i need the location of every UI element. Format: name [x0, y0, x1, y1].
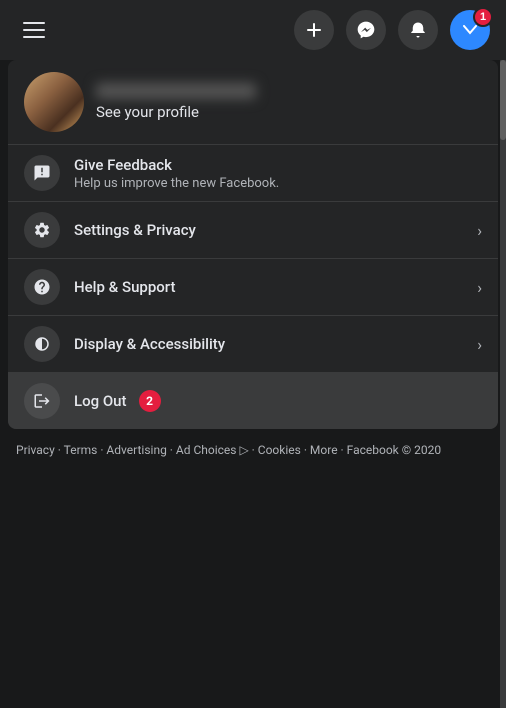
- help-title: Help & Support: [74, 278, 463, 296]
- profile-dropdown-button[interactable]: 1: [450, 10, 490, 50]
- display-text-block: Display & Accessibility: [74, 335, 463, 353]
- scrollbar-track[interactable]: [500, 60, 506, 708]
- settings-text-block: Settings & Privacy: [74, 221, 463, 239]
- add-button[interactable]: [294, 10, 334, 50]
- profile-name-blurred: [96, 83, 256, 99]
- logout-title: Log Out: [74, 392, 127, 410]
- profile-row[interactable]: See your profile: [8, 60, 498, 145]
- scrollbar-thumb[interactable]: [500, 60, 506, 140]
- footer-text: Privacy · Terms · Advertising · Ad Choic…: [16, 443, 441, 457]
- see-profile-label: See your profile: [96, 103, 256, 121]
- settings-chevron: ›: [477, 221, 482, 240]
- help-text-block: Help & Support: [74, 278, 463, 296]
- menu-item-display-accessibility[interactable]: Display & Accessibility ›: [8, 316, 498, 373]
- help-icon: [24, 269, 60, 305]
- dropdown-panel: See your profile Give Feedback Help us i…: [8, 60, 498, 429]
- display-title: Display & Accessibility: [74, 335, 463, 353]
- menu-item-give-feedback[interactable]: Give Feedback Help us improve the new Fa…: [8, 145, 498, 202]
- topbar: 1: [0, 0, 506, 60]
- menu-item-logout[interactable]: Log Out 2: [8, 373, 498, 429]
- menu-item-help-support[interactable]: Help & Support ›: [8, 259, 498, 316]
- profile-badge: 1: [473, 7, 493, 27]
- footer-links: Privacy · Terms · Advertising · Ad Choic…: [0, 429, 506, 472]
- menu-item-settings-privacy[interactable]: Settings & Privacy ›: [8, 202, 498, 259]
- display-icon: [24, 326, 60, 362]
- menu-icon[interactable]: [16, 12, 52, 48]
- help-chevron: ›: [477, 278, 482, 297]
- logout-icon: [24, 383, 60, 419]
- feedback-subtitle: Help us improve the new Facebook.: [74, 176, 482, 191]
- settings-title: Settings & Privacy: [74, 221, 463, 239]
- settings-icon: [24, 212, 60, 248]
- display-chevron: ›: [477, 335, 482, 354]
- logout-inner: Log Out 2: [74, 390, 161, 412]
- profile-info: See your profile: [96, 83, 256, 121]
- feedback-title: Give Feedback: [74, 156, 482, 174]
- avatar: [24, 72, 84, 132]
- feedback-text-block: Give Feedback Help us improve the new Fa…: [74, 156, 482, 191]
- logout-badge: 2: [139, 390, 161, 412]
- notifications-button[interactable]: [398, 10, 438, 50]
- feedback-icon: [24, 155, 60, 191]
- messenger-button[interactable]: [346, 10, 386, 50]
